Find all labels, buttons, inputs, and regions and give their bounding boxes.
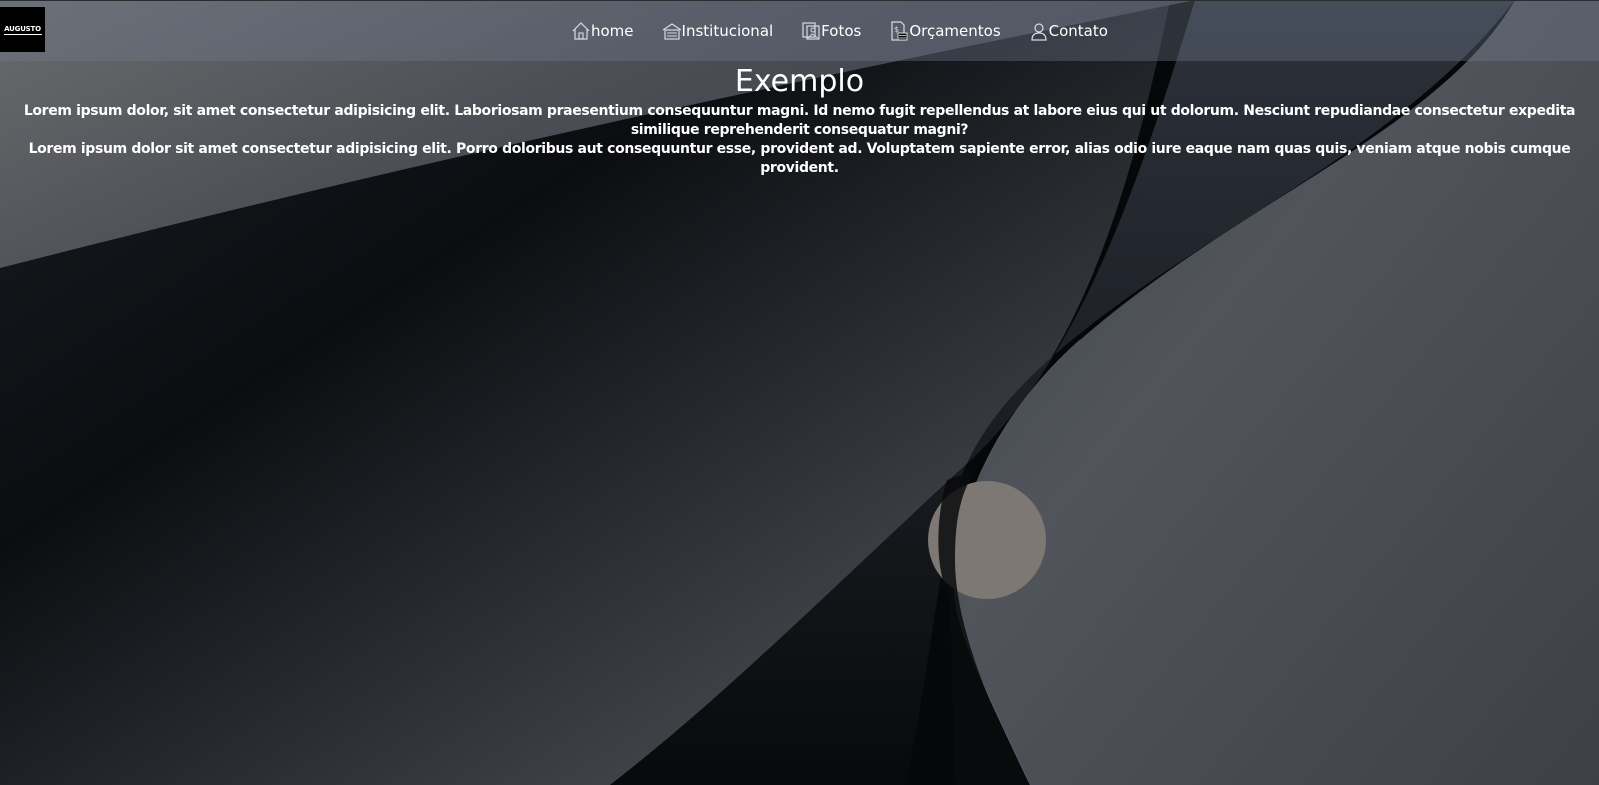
logo-text: AUGUSTO — [4, 24, 41, 33]
nav-label-institucional: Institucional — [681, 22, 774, 40]
building-icon — [662, 23, 681, 40]
page-title: Exemplo — [734, 64, 865, 99]
page: AUGUSTO home Institucional Fotos $ Orçam… — [0, 0, 1599, 785]
photo-icon — [802, 22, 820, 40]
paragraph-2: Lorem ipsum dolor sit amet consectetur a… — [28, 141, 1571, 176]
logo-underline — [3, 33, 42, 35]
nav-label-home: home — [591, 22, 634, 40]
nav-label-contato: Contato — [1048, 22, 1108, 40]
paragraph-1: Lorem ipsum dolor, sit amet consectetur … — [23, 103, 1576, 138]
nav-item-institucional[interactable]: Institucional — [662, 21, 774, 41]
nav-item-orcamentos[interactable]: $ Orçamentos — [889, 21, 1001, 41]
site-logo[interactable]: AUGUSTO — [0, 7, 45, 52]
nav-item-home[interactable]: home — [571, 21, 634, 41]
home-icon — [572, 22, 590, 40]
navbar: AUGUSTO home Institucional Fotos $ Orçam… — [0, 1, 1599, 61]
nav-item-fotos[interactable]: Fotos — [801, 21, 861, 41]
nav-item-contato[interactable]: Contato — [1029, 21, 1108, 41]
nav-label-orcamentos: Orçamentos — [909, 22, 1001, 40]
main-nav: home Institucional Fotos $ Orçamentos Co… — [571, 21, 1108, 41]
nav-label-fotos: Fotos — [821, 22, 862, 40]
budget-document-icon: $ — [891, 21, 908, 41]
main-content: Exemplo Lorem ipsum dolor, sit amet cons… — [0, 62, 1599, 178]
user-icon — [1031, 23, 1047, 41]
